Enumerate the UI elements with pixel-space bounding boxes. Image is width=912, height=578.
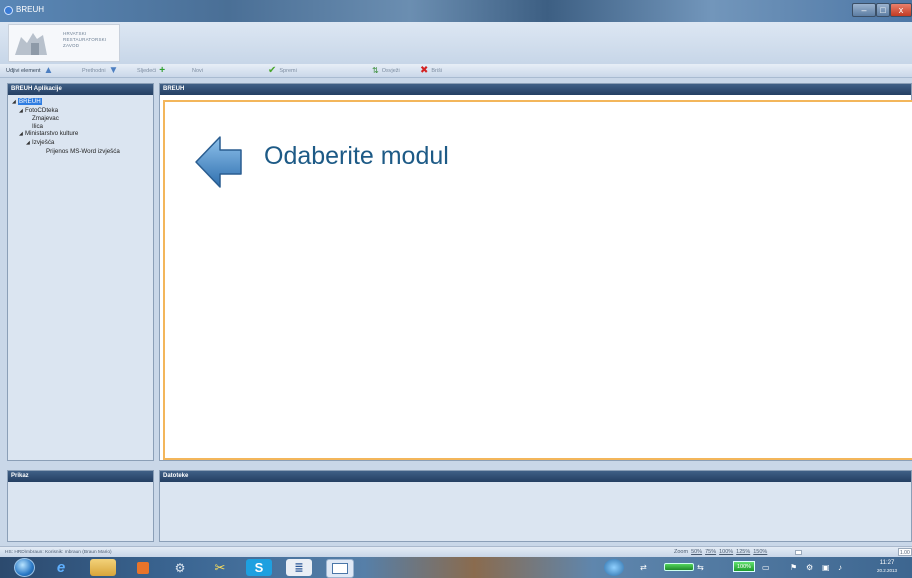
applications-panel-title: BREUH Aplikacije xyxy=(8,84,153,95)
new-button[interactable]: Novi xyxy=(192,66,203,76)
add-icon: + xyxy=(159,65,166,76)
status-bar: HS: HRD\mbraun: Korisnik: mbraun (Braun … xyxy=(0,546,912,557)
toolbar-label: Uđjivi element ▲ xyxy=(6,66,53,76)
logo-text: HRVATSKI RESTAURATORSKI ZAVOD xyxy=(63,31,106,49)
clock-time: 11:27 xyxy=(879,560,895,566)
clock-date: 20.2.2013 xyxy=(877,568,898,573)
media-player-icon[interactable] xyxy=(130,559,156,576)
save-button[interactable]: ✔ Spremi xyxy=(268,66,297,76)
tree-node-label: Prijenos MS-Word izvješća xyxy=(46,147,120,155)
tools-icon[interactable]: ✂ xyxy=(207,559,233,576)
zoom-label: Zoom xyxy=(674,549,689,555)
tree-node-label: Zmajevac xyxy=(32,115,59,123)
tree-node-ilica[interactable]: Ilica xyxy=(12,123,149,131)
skype-icon[interactable]: S xyxy=(246,559,272,576)
zoom-150-link[interactable]: 150% xyxy=(753,549,767,555)
tree-node-izvjesca[interactable]: ◢ Izvješća xyxy=(12,139,149,148)
preview-panel-title: Prikaz xyxy=(8,471,153,482)
zoom-75-link[interactable]: 75% xyxy=(705,549,716,555)
check-icon: ✔ xyxy=(268,65,277,76)
tree-node-ministarstvo[interactable]: ◢ Ministarstvo kulture xyxy=(12,130,149,139)
tree-node-fotocdteka[interactable]: ◢ FotoCDteka xyxy=(12,107,149,116)
arrow-left-icon xyxy=(195,136,242,188)
monitor-icon[interactable]: ▭ xyxy=(762,563,770,572)
tray-icon[interactable]: ⇄ xyxy=(640,563,647,572)
explorer-icon[interactable] xyxy=(90,559,116,576)
settings-icon[interactable]: ⚙ xyxy=(806,563,813,572)
ie-icon[interactable]: e xyxy=(48,559,74,576)
breuh-app-task[interactable] xyxy=(326,559,354,578)
previous-button[interactable]: Prethodni ▼ xyxy=(82,66,118,76)
title-bar xyxy=(0,0,912,22)
logo-mark-icon xyxy=(15,33,47,55)
battery-meter[interactable] xyxy=(664,563,694,571)
refresh-icon: ⇅ xyxy=(372,66,379,75)
tree-node-zmajevac[interactable]: Zmajevac xyxy=(12,115,149,123)
refresh-button[interactable]: ⇅ Osvježi xyxy=(372,66,400,76)
app-icon xyxy=(4,6,13,15)
files-panel-title: Datoteke xyxy=(160,471,911,482)
delete-label: Briši xyxy=(431,68,443,74)
tree-node-label: BREUH xyxy=(18,98,42,105)
network-icon[interactable]: ⇆ xyxy=(697,563,704,572)
start-button[interactable] xyxy=(14,558,35,577)
zoom-slider-handle[interactable] xyxy=(795,550,802,555)
maximize-button[interactable]: □ xyxy=(876,3,890,17)
taskbar: e ⚙ ✂ S ≣ ⇄ ⇆ 100% ▭ ⚑ ⚙ ▣ ♪ 11:27 20.2.… xyxy=(0,557,912,578)
tree-node-label: FotoCDteka xyxy=(25,106,59,114)
toolbar-label-text: Uđjivi element xyxy=(6,68,41,74)
user-status: HS: HRD\mbraun: Korisnik: mbraun (Braun … xyxy=(5,550,112,555)
next-button[interactable]: Sljedeći + xyxy=(137,66,165,76)
window-title: BREUH xyxy=(16,5,45,14)
clock[interactable]: 11:27 20.2.2013 xyxy=(877,560,897,574)
next-label: Sljedeći xyxy=(137,68,157,74)
select-module-prompt: Odaberite modul xyxy=(264,142,449,170)
logo: HRVATSKI RESTAURATORSKI ZAVOD xyxy=(8,24,120,62)
applications-panel: BREUH Aplikacije ◢ BREUH ◢ FotoCDteka Zmaj… xyxy=(7,83,154,461)
zoom-100-link[interactable]: 100% xyxy=(719,549,733,555)
previous-label: Prethodni xyxy=(82,68,106,74)
battery-percent[interactable]: 100% xyxy=(733,561,755,572)
app-tree: ◢ BREUH ◢ FotoCDteka Zmajevac Ilica ◢ Minis… xyxy=(8,95,153,158)
main-panel-title: BREUH xyxy=(160,84,911,95)
arrow-down-icon: ▼ xyxy=(108,65,119,76)
delete-button[interactable]: ✖ Briši xyxy=(420,66,442,76)
tree-node-label: Ministarstvo kulture xyxy=(25,130,79,138)
refresh-label: Osvježi xyxy=(381,68,400,74)
zoom-controls: Zoom 50% 75% 100% 125% 150% xyxy=(674,549,767,555)
minimize-button[interactable]: – xyxy=(852,3,876,17)
main-panel: BREUH Odaberite modul xyxy=(159,83,912,461)
files-panel: Datoteke xyxy=(159,470,912,542)
preview-panel: Prikaz xyxy=(7,470,154,542)
tree-node-breuh[interactable]: ◢ BREUH xyxy=(12,98,149,107)
display-icon[interactable]: ▣ xyxy=(822,563,830,572)
flag-icon[interactable]: ⚑ xyxy=(790,563,797,572)
close-button[interactable]: x xyxy=(890,3,912,17)
zoom-125-link[interactable]: 125% xyxy=(736,549,750,555)
new-label: Novi xyxy=(192,68,204,74)
zoom-50-link[interactable]: 50% xyxy=(691,549,702,555)
module-area: Odaberite modul xyxy=(163,100,912,460)
word-icon[interactable]: ≣ xyxy=(286,559,312,576)
messenger-icon[interactable] xyxy=(604,559,624,576)
network-tool-icon[interactable]: ⚙ xyxy=(167,559,193,576)
logo-line: ZAVOD xyxy=(63,43,80,48)
tree-node-prijenos[interactable]: Prijenos MS-Word izvješća xyxy=(12,148,149,156)
toolbar: Uđjivi element ▲ Prethodni ▼ Sljedeći + … xyxy=(0,64,912,78)
arrow-up-icon[interactable]: ▲ xyxy=(44,66,54,76)
delete-icon: ✖ xyxy=(420,65,429,76)
tree-node-label: Izvješća xyxy=(32,138,55,146)
zoom-value-field[interactable]: 1.00 xyxy=(898,548,912,556)
tree-node-label: Ilica xyxy=(32,122,44,130)
volume-icon[interactable]: ♪ xyxy=(838,563,842,572)
logo-bar xyxy=(0,22,912,64)
save-label: Spremi xyxy=(279,68,297,74)
